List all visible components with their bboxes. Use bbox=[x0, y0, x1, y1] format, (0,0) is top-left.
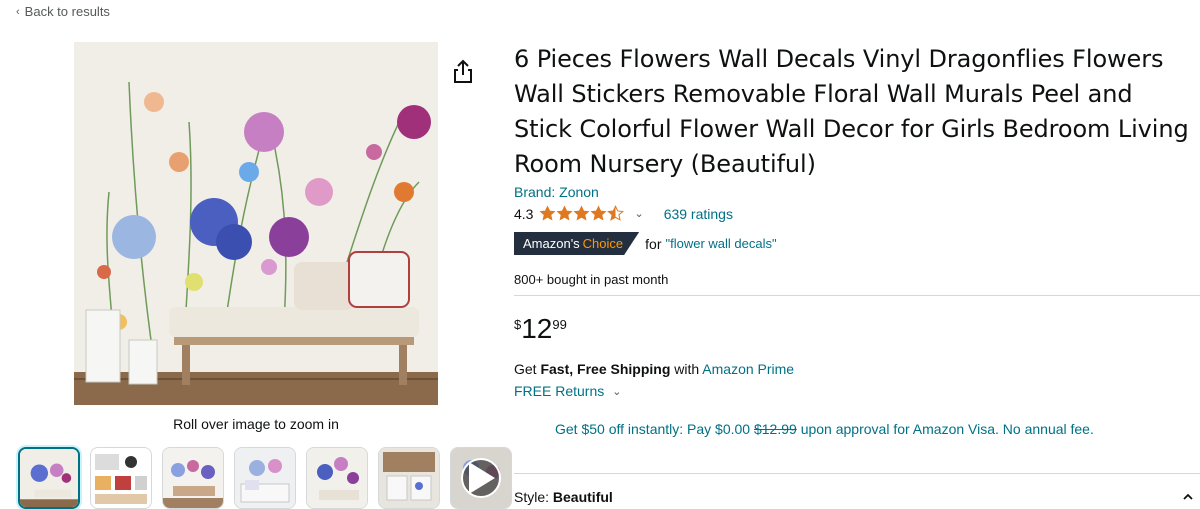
badge-prefix: Amazon's bbox=[523, 236, 580, 251]
divider bbox=[514, 295, 1200, 296]
play-icon bbox=[461, 458, 501, 498]
promo-after: upon approval for Amazon Visa. No annual… bbox=[796, 421, 1094, 437]
ratings-count-link[interactable]: 639 ratings bbox=[664, 206, 733, 222]
back-to-results-label: Back to results bbox=[24, 4, 110, 19]
chevron-up-icon[interactable] bbox=[1181, 490, 1195, 504]
free-returns-label: FREE Returns bbox=[514, 383, 605, 399]
thumbnail-5[interactable] bbox=[306, 447, 368, 509]
price-symbol: $ bbox=[514, 317, 522, 332]
price-whole: 12 bbox=[521, 313, 553, 344]
back-to-results-link[interactable]: ‹ Back to results bbox=[16, 4, 110, 19]
zoom-hint: Roll over image to zoom in bbox=[173, 416, 339, 432]
brand-link[interactable]: Brand: Zonon bbox=[514, 184, 599, 200]
chevron-down-icon[interactable]: ⌄ bbox=[634, 207, 643, 220]
thumbnail-6[interactable] bbox=[378, 447, 440, 509]
share-icon[interactable] bbox=[452, 59, 474, 85]
rating-value: 4.3 bbox=[514, 205, 534, 222]
promo-before: Get $50 off instantly: Pay $0.00 bbox=[555, 421, 754, 437]
promo-struck-price: $12.99 bbox=[753, 421, 797, 437]
style-selector-header[interactable]: Style: Beautiful bbox=[514, 489, 613, 505]
product-title: 6 Pieces Flowers Wall Decals Vinyl Drago… bbox=[514, 45, 1189, 178]
thumbnail-3[interactable] bbox=[162, 447, 224, 509]
star-full-icon bbox=[590, 205, 607, 221]
main-product-image[interactable] bbox=[74, 42, 438, 405]
product-details: 6 Pieces Flowers Wall Decals Vinyl Drago… bbox=[514, 42, 1200, 182]
style-label: Style: bbox=[514, 489, 553, 505]
shipping-bold: Fast, Free Shipping bbox=[540, 361, 671, 377]
thumbnail-1[interactable] bbox=[18, 447, 80, 509]
chevron-down-icon: ⌄ bbox=[612, 385, 622, 398]
style-value: Beautiful bbox=[552, 489, 613, 505]
shipping-prefix: Get bbox=[514, 361, 541, 377]
divider bbox=[514, 473, 1200, 474]
free-returns-link[interactable]: FREE Returns ⌄ bbox=[514, 383, 621, 399]
shipping-info: Get Fast, Free Shipping with Amazon Prim… bbox=[514, 361, 794, 377]
star-rating-icon[interactable] bbox=[539, 205, 625, 222]
amazons-choice-badge[interactable]: Amazon's Choice bbox=[514, 232, 640, 255]
thumbnail-2[interactable] bbox=[90, 447, 152, 509]
chevron-left-icon: ‹ bbox=[16, 5, 20, 18]
amazon-prime-link[interactable]: Amazon Prime bbox=[702, 361, 794, 377]
star-full-icon bbox=[556, 205, 573, 221]
rating-row: 4.3 ⌄ 639 ratings bbox=[514, 205, 733, 222]
badge-for-label: for bbox=[645, 235, 662, 252]
price: $ 12 99 bbox=[514, 313, 567, 345]
thumbnail-strip bbox=[18, 447, 512, 509]
thumbnail-4[interactable] bbox=[234, 447, 296, 509]
video-thumbnail[interactable] bbox=[450, 447, 512, 509]
shipping-middle: with bbox=[670, 361, 703, 377]
visa-promo-link[interactable]: Get $50 off instantly: Pay $0.00 $12.99 … bbox=[555, 421, 1094, 437]
bought-count: 800+ bought in past month bbox=[514, 272, 669, 287]
badge-keyword-link[interactable]: "flower wall decals" bbox=[665, 236, 776, 251]
star-half-icon bbox=[607, 205, 625, 221]
star-full-icon bbox=[539, 205, 556, 221]
product-photo bbox=[74, 42, 438, 405]
badge-word: Choice bbox=[582, 236, 624, 251]
amazons-choice-row: Amazon's Choice for "flower wall decals" bbox=[514, 232, 777, 255]
price-fraction: 99 bbox=[552, 317, 567, 332]
star-full-icon bbox=[573, 205, 590, 221]
